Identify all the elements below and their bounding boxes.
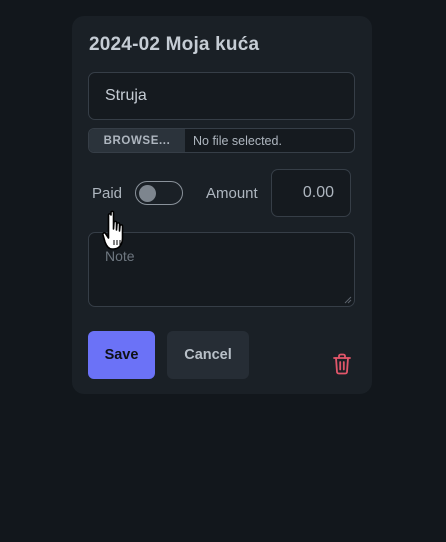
expense-form-card: 2024-02 Moja kuća Struja BROWSE... No fi… bbox=[72, 16, 372, 394]
delete-button[interactable] bbox=[330, 351, 354, 377]
name-input[interactable]: Struja bbox=[88, 72, 355, 120]
file-status: No file selected. bbox=[193, 133, 282, 148]
paid-toggle[interactable] bbox=[135, 181, 183, 205]
amount-label: Amount bbox=[206, 185, 258, 202]
file-input[interactable]: BROWSE... No file selected. bbox=[88, 128, 355, 153]
note-textarea[interactable]: Note bbox=[88, 232, 355, 307]
form-title: 2024-02 Moja kuća bbox=[89, 34, 260, 55]
note-placeholder: Note bbox=[105, 248, 135, 264]
save-button[interactable]: Save bbox=[88, 331, 155, 379]
trash-icon bbox=[333, 353, 351, 375]
resize-grip-icon[interactable] bbox=[344, 296, 352, 304]
cancel-button[interactable]: Cancel bbox=[167, 331, 249, 379]
toggle-knob bbox=[139, 184, 156, 202]
browse-button[interactable]: BROWSE... bbox=[89, 129, 185, 152]
amount-input[interactable]: 0.00 bbox=[271, 169, 351, 217]
paid-label: Paid bbox=[92, 185, 123, 202]
